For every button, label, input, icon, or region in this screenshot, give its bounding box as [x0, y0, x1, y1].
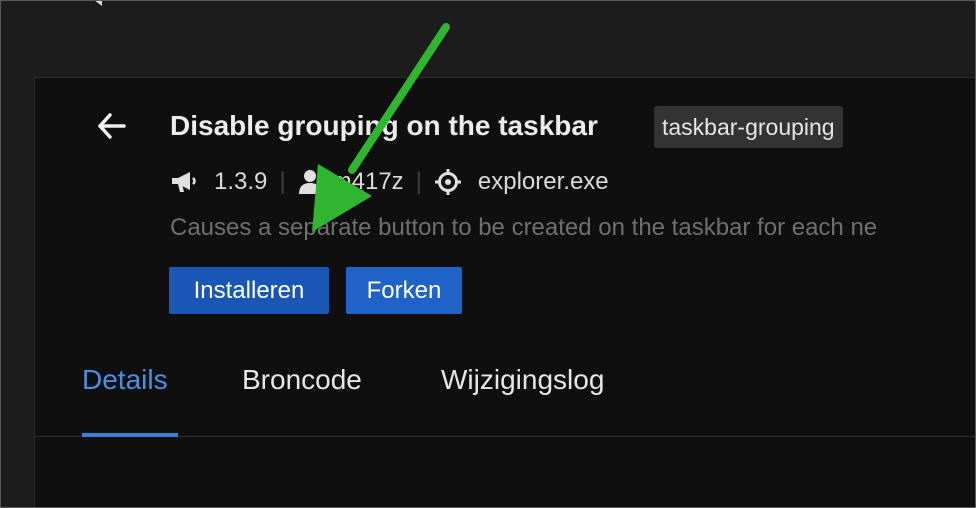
megaphone-icon [170, 169, 200, 195]
active-tab-indicator [82, 433, 178, 437]
back-button[interactable] [92, 108, 132, 144]
tab-details[interactable]: Details [82, 364, 168, 396]
tab-wijzigingslog[interactable]: Wijzigingslog [441, 364, 604, 396]
crosshair-icon [434, 168, 462, 196]
meta-separator: | [415, 168, 422, 195]
fork-button[interactable]: Forken [346, 267, 462, 314]
mod-title: Disable grouping on the taskbar [170, 110, 598, 141]
user-icon [298, 169, 322, 195]
meta-separator: | [279, 168, 286, 195]
mod-description: Causes a separate button to be created o… [170, 214, 878, 241]
mod-author-link[interactable]: m417z [332, 168, 404, 196]
mod-id-tag: taskbar-grouping [654, 106, 843, 148]
arrow-left-icon [98, 113, 126, 139]
cursor-fragment-icon [94, 0, 102, 6]
tab-bar: Details Broncode Wijzigingslog [34, 352, 976, 437]
mod-target-process: explorer.exe [477, 168, 609, 195]
tab-broncode[interactable]: Broncode [242, 364, 362, 396]
mod-meta-row: 1.3.9 | m417z | explorer.exe [170, 166, 609, 198]
mod-version: 1.3.9 [214, 168, 268, 195]
install-button[interactable]: Installeren [169, 267, 329, 314]
